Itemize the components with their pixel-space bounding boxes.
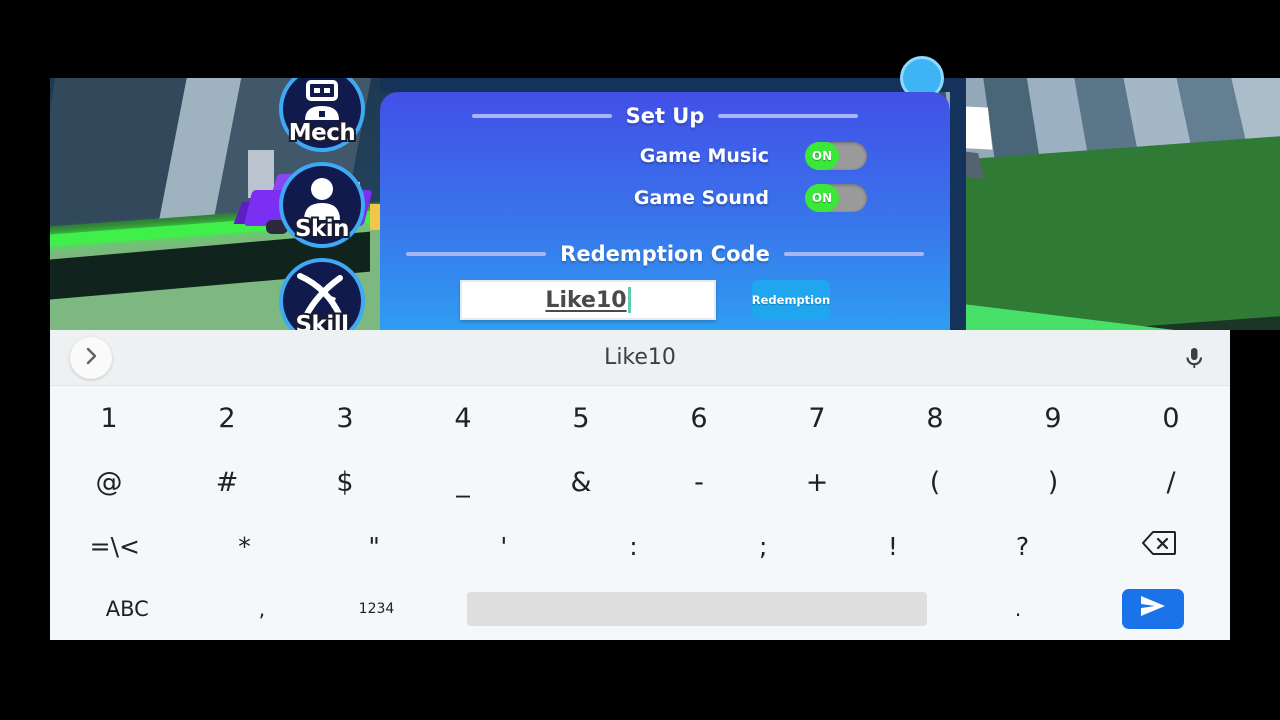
redemption-button[interactable]: Redemption (752, 280, 830, 320)
header-rule-right (718, 114, 859, 118)
key-send[interactable] (1075, 578, 1230, 640)
screen: Mech Skin Skill Set Up Game Music ON Gam… (0, 0, 1280, 720)
key-semicolon[interactable]: ; (698, 514, 828, 578)
key-abc-layout[interactable]: ABC (50, 578, 205, 640)
redemption-code-input[interactable]: Like10 (460, 280, 716, 320)
key-7[interactable]: 7 (758, 386, 876, 450)
key-comma[interactable]: , (205, 578, 320, 640)
redemption-rule-right (783, 252, 924, 256)
game-side-button-bar: Mech Skin Skill (279, 78, 365, 330)
key-double-quote[interactable]: " (309, 514, 439, 578)
key-numeric-layout[interactable]: 12 34 (319, 578, 434, 640)
setting-label: Game Sound (633, 187, 769, 209)
key-slash[interactable]: / (1112, 450, 1230, 514)
side-button-label: Skin (293, 214, 352, 244)
chevron-right-icon (81, 346, 101, 371)
robot-icon (283, 80, 361, 122)
key-2[interactable]: 2 (168, 386, 286, 450)
key-ampersand[interactable]: & (522, 450, 640, 514)
setup-header: Set Up (380, 104, 950, 128)
key-9[interactable]: 9 (994, 386, 1112, 450)
key-at[interactable]: @ (50, 450, 168, 514)
key-space[interactable] (434, 578, 961, 640)
setting-row-game-music: Game Music ON (380, 142, 950, 170)
microphone-icon[interactable] (1180, 344, 1208, 372)
key-colon[interactable]: : (569, 514, 699, 578)
key-3[interactable]: 3 (286, 386, 404, 450)
key-8[interactable]: 8 (876, 386, 994, 450)
key-6[interactable]: 6 (640, 386, 758, 450)
key-hash[interactable]: # (168, 450, 286, 514)
key-question[interactable]: ? (958, 514, 1088, 578)
key-plus[interactable]: + (758, 450, 876, 514)
game-sound-toggle[interactable]: ON (805, 184, 867, 212)
redemption-row: Like10 Redemption (380, 280, 950, 320)
panel-right-strip (950, 78, 966, 330)
setting-label: Game Music (639, 145, 769, 167)
keyboard-row-symbols-2: =\< * " ' : ; ! ? (50, 514, 1230, 578)
redemption-code-value: Like10 (545, 287, 627, 313)
person-icon (283, 176, 361, 220)
key-5[interactable]: 5 (522, 386, 640, 450)
expand-suggestions-button[interactable] (70, 337, 112, 379)
key-asterisk[interactable]: * (180, 514, 310, 578)
game-music-toggle[interactable]: ON (805, 142, 867, 170)
panel-top-strip (380, 78, 966, 92)
key-0[interactable]: 0 (1112, 386, 1230, 450)
suggestion-bar: Like10 (50, 330, 1230, 386)
side-button-mech[interactable]: Mech (279, 78, 365, 152)
keyboard-row-symbols-1: @ # $ _ & - + ( ) / (50, 450, 1230, 514)
keyboard-row-digits: 1 2 3 4 5 6 7 8 9 0 (50, 386, 1230, 450)
toggle-knob: ON (805, 142, 839, 170)
send-button[interactable] (1121, 589, 1184, 629)
backspace-icon (1141, 530, 1177, 562)
text-caret (627, 287, 631, 313)
key-underscore[interactable]: _ (404, 450, 522, 514)
key-hyphen[interactable]: - (640, 450, 758, 514)
side-button-skin[interactable]: Skin (279, 162, 365, 248)
side-button-label: Mech (287, 118, 358, 148)
redemption-button-label: Redemption (751, 293, 831, 307)
key-paren-open[interactable]: ( (876, 450, 994, 514)
key-dollar[interactable]: $ (286, 450, 404, 514)
numeric-line-1: 12 (358, 600, 377, 617)
spacebar-surface (467, 592, 928, 626)
side-button-skill[interactable]: Skill (279, 258, 365, 330)
redemption-title: Redemption Code (560, 242, 770, 266)
setup-panel: Set Up Game Music ON Game Sound ON Redem… (380, 92, 950, 330)
on-screen-keyboard: Like10 1 2 3 4 5 6 7 8 9 0 @ # $ _ & - +… (50, 330, 1230, 640)
key-exclamation[interactable]: ! (828, 514, 958, 578)
panel-title: Set Up (625, 104, 705, 128)
side-button-label: Skill (293, 310, 351, 330)
suggestion-text[interactable]: Like10 (50, 345, 1230, 370)
key-paren-close[interactable]: ) (994, 450, 1112, 514)
setting-row-game-sound: Game Sound ON (380, 184, 950, 212)
key-backspace[interactable] (1087, 514, 1230, 578)
header-rule-left (471, 114, 612, 118)
key-1[interactable]: 1 (50, 386, 168, 450)
key-period[interactable]: . (961, 578, 1076, 640)
numeric-line-2: 34 (376, 600, 395, 617)
send-icon (1138, 593, 1168, 626)
redemption-header: Redemption Code (380, 242, 950, 266)
key-4[interactable]: 4 (404, 386, 522, 450)
toggle-knob: ON (805, 184, 839, 212)
redemption-rule-left (406, 252, 547, 256)
key-single-quote[interactable]: ' (439, 514, 569, 578)
key-symbol-page-toggle[interactable]: =\< (50, 514, 180, 578)
keyboard-row-bottom: ABC , 12 34 . (50, 578, 1230, 640)
